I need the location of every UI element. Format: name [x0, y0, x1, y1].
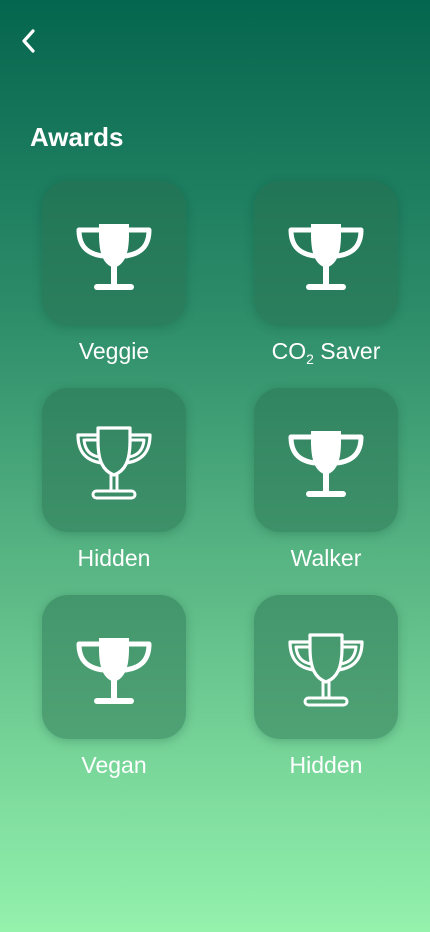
award-hidden-2[interactable]: Hidden: [254, 595, 398, 802]
award-walker[interactable]: Walker: [254, 388, 398, 595]
award-label-subscript: 2: [306, 351, 314, 367]
award-label: Vegan: [81, 752, 147, 778]
awards-screen: Awards Veggie CO2 Saver Hidden Walker Ve…: [0, 0, 430, 932]
award-label: Veggie: [78, 338, 150, 364]
award-veggie[interactable]: Veggie: [42, 181, 186, 388]
chevron-left-icon: [22, 29, 35, 53]
trophy-filled-icon: [288, 431, 364, 497]
award-label-main: CO: [271, 338, 307, 364]
award-hidden-1[interactable]: Hidden: [42, 388, 186, 595]
trophy-outline-icon: [76, 426, 152, 500]
award-label: Walker: [290, 545, 362, 571]
award-vegan[interactable]: Vegan: [42, 595, 186, 802]
award-co2-saver[interactable]: CO2 Saver: [254, 181, 398, 388]
trophy-filled-icon: [76, 638, 152, 704]
trophy-filled-icon: [288, 224, 364, 290]
trophy-outline-icon: [288, 633, 364, 707]
award-label: CO2 Saver: [271, 337, 381, 367]
award-tile: [42, 181, 186, 325]
page-title: Awards: [30, 122, 124, 152]
award-label-rest: Saver: [313, 338, 381, 364]
award-tile: [254, 595, 398, 739]
award-tile: [254, 181, 398, 325]
back-button[interactable]: [12, 24, 46, 58]
awards-grid: Veggie CO2 Saver Hidden Walker Vegan Hid…: [42, 181, 398, 802]
trophy-filled-icon: [76, 224, 152, 290]
award-tile: [42, 595, 186, 739]
award-tile: [254, 388, 398, 532]
award-tile: [42, 388, 186, 532]
award-label: Hidden: [77, 545, 151, 571]
award-label: Hidden: [289, 752, 363, 778]
